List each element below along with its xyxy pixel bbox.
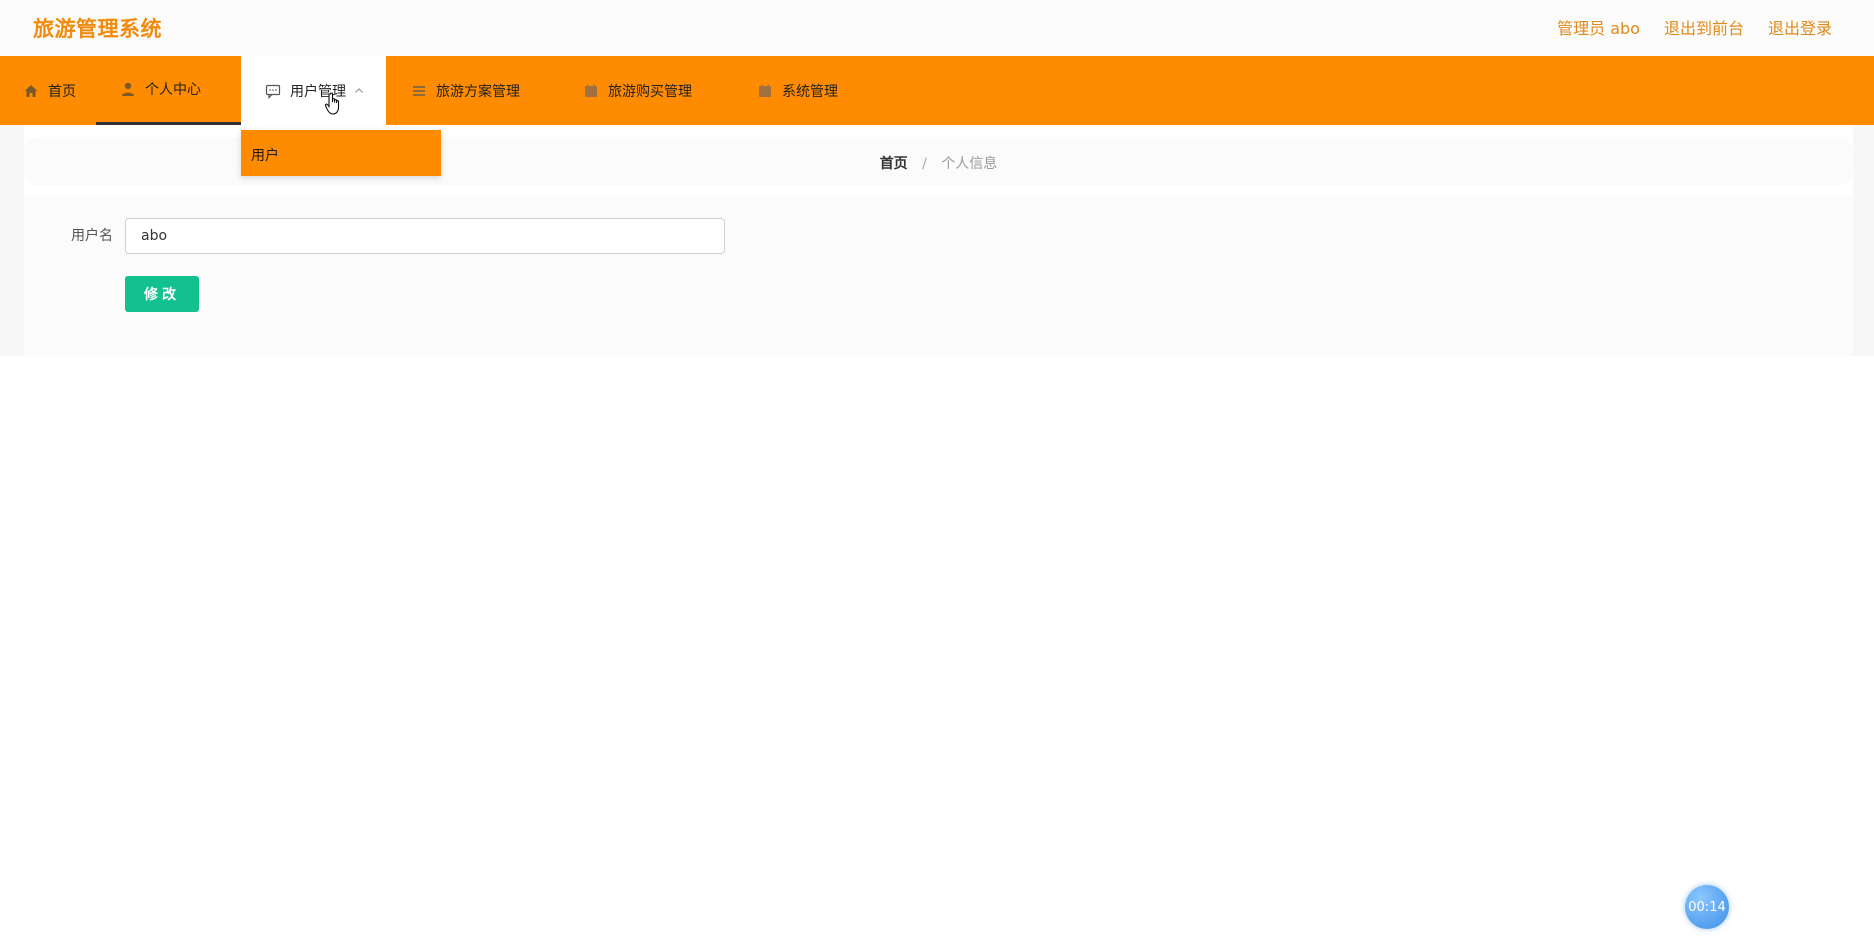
main-nav: 首页 个人中心 用户管理 旅游方案管理 旅游购买管理 系统管理 [0, 56, 1874, 125]
calendar-icon [583, 83, 599, 99]
page-margin-right [1853, 125, 1874, 356]
header-actions: 管理员 abo 退出到前台 退出登录 [1557, 15, 1832, 39]
dropdown-item-user[interactable]: 用户 [251, 145, 279, 165]
nav-item-label: 系统管理 [782, 83, 838, 100]
nav-item-home[interactable]: 首页 [23, 56, 76, 125]
nav-item-system-management[interactable]: 系统管理 [757, 56, 838, 125]
page-margin-left [0, 125, 24, 356]
nav-item-label: 首页 [48, 83, 76, 100]
chevron-up-icon [354, 86, 364, 96]
user-icon [120, 81, 136, 97]
user-management-dropdown: 用户 [241, 130, 441, 176]
nav-item-label: 个人中心 [145, 82, 201, 98]
app-title: 旅游管理系统 [33, 17, 162, 41]
username-label: 用户名 [71, 228, 113, 244]
timer-badge[interactable]: 00:14 [1685, 885, 1729, 929]
username-input[interactable] [125, 218, 725, 254]
admin-label: 管理员 abo [1557, 19, 1640, 38]
calendar-icon [757, 83, 773, 99]
hand-cursor-icon [323, 92, 343, 116]
exit-to-frontend-link[interactable]: 退出到前台 [1664, 15, 1744, 39]
nav-item-travel-purchase-management[interactable]: 旅游购买管理 [583, 56, 692, 125]
home-icon [23, 83, 39, 99]
breadcrumb-home[interactable]: 首页 [880, 156, 908, 172]
update-button[interactable]: 修改 [125, 276, 199, 312]
profile-form: 用户名 修改 [24, 196, 1853, 356]
nav-item-personal-center[interactable]: 个人中心 [96, 56, 241, 125]
nav-item-label: 旅游方案管理 [436, 83, 520, 100]
top-header: 旅游管理系统 管理员 abo 退出到前台 退出登录 [0, 0, 1874, 56]
chat-icon [265, 83, 281, 99]
nav-item-user-management[interactable]: 用户管理 [241, 56, 386, 125]
nav-item-label: 旅游购买管理 [608, 83, 692, 100]
nav-item-travel-plan-management[interactable]: 旅游方案管理 [411, 56, 520, 125]
logout-link[interactable]: 退出登录 [1768, 15, 1832, 39]
breadcrumb-separator: / [922, 156, 927, 172]
breadcrumb-current: 个人信息 [941, 156, 998, 172]
list-icon [411, 83, 427, 99]
